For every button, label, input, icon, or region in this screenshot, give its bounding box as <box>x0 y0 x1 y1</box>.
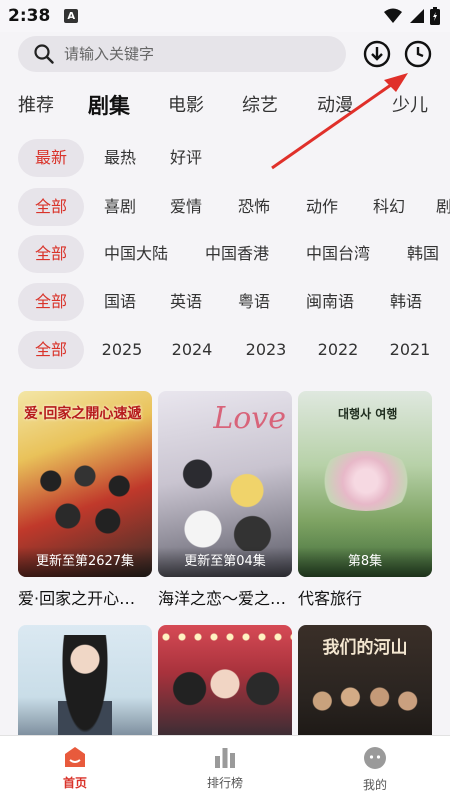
filter-genre-more[interactable]: 剧 <box>436 188 450 226</box>
poster-title-art: 爱·回家之開心速遞 <box>24 406 142 422</box>
status-icons <box>384 7 440 25</box>
filter-region-taiwan[interactable]: 中国台湾 <box>302 235 374 273</box>
tab-series[interactable]: 剧集 <box>88 84 130 128</box>
language-filter-row: 全部 国语 英语 粤语 闽南语 韩语 <box>0 283 450 323</box>
filter-year-2025[interactable]: 2025 <box>100 331 144 369</box>
notification-icon: A <box>64 9 79 23</box>
status-bar: 2:38 A <box>0 0 450 32</box>
poster-image: 대행사 여행 第8集 <box>298 391 432 577</box>
wifi-icon <box>384 8 402 23</box>
poster-figures <box>170 441 280 551</box>
filter-sort-hot[interactable]: 最热 <box>100 139 140 177</box>
bar-chart-icon <box>215 748 235 768</box>
filter-year-2022[interactable]: 2022 <box>316 331 360 369</box>
filter-year-all[interactable]: 全部 <box>18 331 84 369</box>
video-card[interactable] <box>18 625 152 745</box>
status-time: 2:38 <box>8 6 51 26</box>
filter-genre-romance[interactable]: 爱情 <box>166 188 206 226</box>
search-icon <box>34 44 54 64</box>
region-filter-row: 全部 中国大陆 中国香港 中国台湾 韩国 <box>0 235 450 275</box>
episode-badge: 更新至第04集 <box>158 547 292 577</box>
download-icon <box>363 40 391 68</box>
card-title: 海洋之恋～爱之… <box>158 589 287 608</box>
tab-anime[interactable]: 动漫 <box>317 84 353 128</box>
year-filter-row: 全部 2025 2024 2023 2022 2021 <box>0 331 450 371</box>
poster-tree <box>316 451 416 511</box>
tab-kids[interactable]: 少儿 <box>392 84 428 128</box>
genre-filter-row: 全部 喜剧 爱情 恐怖 动作 科幻 剧 <box>0 188 450 228</box>
tab-recommend[interactable]: 推荐 <box>18 84 54 128</box>
tab-variety[interactable]: 综艺 <box>242 84 278 128</box>
filter-region-mainland[interactable]: 中国大陆 <box>100 235 172 273</box>
poster-figures <box>166 651 284 745</box>
filter-year-2021[interactable]: 2021 <box>388 331 432 369</box>
poster-figures <box>304 665 426 745</box>
signal-icon <box>410 9 424 23</box>
filter-genre-comedy[interactable]: 喜剧 <box>100 188 140 226</box>
poster-image <box>18 625 152 745</box>
nav-home[interactable]: 首页 <box>0 736 150 800</box>
history-icon <box>404 40 432 68</box>
poster-lights <box>158 631 292 643</box>
filter-genre-action[interactable]: 动作 <box>302 188 342 226</box>
video-card[interactable] <box>158 625 292 745</box>
nav-ranking-label: 排行榜 <box>206 776 243 790</box>
poster-figure <box>58 635 112 745</box>
filter-language-cantonese[interactable]: 粤语 <box>234 283 274 321</box>
filter-sort-newest[interactable]: 最新 <box>18 139 84 177</box>
filter-year-2023[interactable]: 2023 <box>244 331 288 369</box>
category-tabs: 推荐 剧集 电影 综艺 动漫 少儿 <box>0 84 450 128</box>
episode-badge: 第8集 <box>298 547 432 577</box>
filter-genre-scifi[interactable]: 科幻 <box>369 188 409 226</box>
poster-image: 我们的河山 <box>298 625 432 745</box>
filter-region-hongkong[interactable]: 中国香港 <box>201 235 273 273</box>
filter-sort-rated[interactable]: 好评 <box>166 139 206 177</box>
home-icon <box>65 747 85 767</box>
video-card[interactable]: 대행사 여행 第8集 代客旅行 <box>298 391 432 609</box>
poster-image: 爱·回家之開心速遞 更新至第2627集 <box>18 391 152 577</box>
filter-language-mandarin[interactable]: 国语 <box>100 283 140 321</box>
filter-language-minnan[interactable]: 闽南语 <box>302 283 358 321</box>
nav-profile[interactable]: 我的 <box>300 736 450 800</box>
poster-title-art: Love <box>213 401 286 436</box>
poster-title-art: 我们的河山 <box>322 638 408 658</box>
search-bar[interactable] <box>18 36 346 72</box>
video-card[interactable]: 爱·回家之開心速遞 更新至第2627集 爱·回家之开心… <box>18 391 152 609</box>
filter-genre-all[interactable]: 全部 <box>18 188 84 226</box>
poster-figures <box>28 451 142 551</box>
filter-genre-horror[interactable]: 恐怖 <box>234 188 274 226</box>
profile-icon <box>364 747 386 769</box>
filter-language-all[interactable]: 全部 <box>18 283 84 321</box>
filter-language-korean[interactable]: 韩语 <box>386 283 426 321</box>
battery-icon <box>430 7 440 25</box>
poster-title-art: 대행사 여행 <box>338 407 398 421</box>
episode-badge: 更新至第2627集 <box>18 547 152 577</box>
filter-region-korea[interactable]: 韩国 <box>403 235 443 273</box>
nav-ranking[interactable]: 排行榜 <box>150 736 300 800</box>
video-card[interactable]: Love 更新至第04集 海洋之恋～爱之… <box>158 391 292 609</box>
history-button[interactable] <box>402 38 434 70</box>
card-title: 代客旅行 <box>298 589 363 608</box>
video-card[interactable]: 我们的河山 <box>298 625 432 745</box>
nav-profile-label: 我的 <box>362 778 387 792</box>
tab-movie[interactable]: 电影 <box>168 84 204 128</box>
poster-image: Love 更新至第04集 <box>158 391 292 577</box>
filter-region-all[interactable]: 全部 <box>18 235 84 273</box>
bottom-navigation: 首页 排行榜 我的 <box>0 735 450 800</box>
filter-year-2024[interactable]: 2024 <box>170 331 214 369</box>
poster-image <box>158 625 292 745</box>
card-title: 爱·回家之开心… <box>18 589 136 608</box>
search-input[interactable] <box>64 45 314 63</box>
sort-filter-row: 最新 最热 好评 <box>0 139 450 179</box>
nav-home-label: 首页 <box>62 776 87 790</box>
download-button[interactable] <box>361 38 393 70</box>
filter-language-english[interactable]: 英语 <box>166 283 206 321</box>
